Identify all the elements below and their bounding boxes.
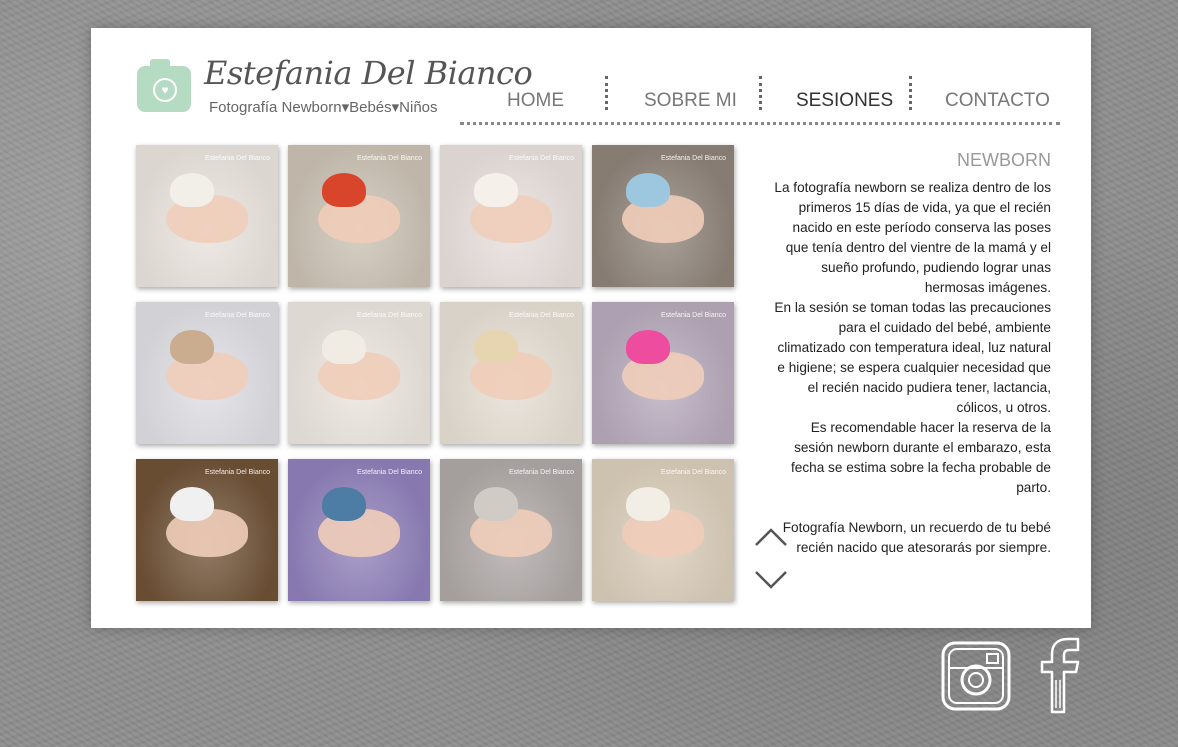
photo-watermark: Estefania Del Bianco bbox=[509, 469, 574, 476]
nav-item-home[interactable]: HOME bbox=[507, 90, 564, 112]
paragraph: Es recomendable hacer la reserva de la s… bbox=[791, 420, 1051, 495]
baby-hat bbox=[170, 330, 214, 364]
scroll-down-button[interactable] bbox=[754, 568, 787, 596]
gallery-photo[interactable]: Estefania Del Bianco bbox=[136, 145, 278, 287]
photo-watermark: Estefania Del Bianco bbox=[661, 155, 726, 162]
instagram-icon bbox=[941, 641, 1011, 711]
baby-hat bbox=[626, 173, 670, 207]
nav-item-contacto[interactable]: CONTACTO bbox=[945, 90, 1050, 112]
gallery-photo[interactable]: Estefania Del Bianco bbox=[592, 302, 734, 444]
photo-watermark: Estefania Del Bianco bbox=[509, 312, 574, 319]
section-title: NEWBORN bbox=[957, 150, 1051, 170]
closing-paragraph: Fotografía Newborn, un recuerdo de tu be… bbox=[782, 520, 1051, 555]
gallery-photo[interactable]: Estefania Del Bianco bbox=[592, 459, 734, 601]
paragraph: La fotografía newborn se realiza dentro … bbox=[774, 180, 1051, 295]
nav-divider bbox=[909, 76, 912, 110]
baby-hat bbox=[170, 173, 214, 207]
photo-watermark: Estefania Del Bianco bbox=[357, 469, 422, 476]
facebook-icon bbox=[1040, 637, 1080, 714]
nav-item-sobre-mi[interactable]: SOBRE MI bbox=[644, 90, 737, 112]
baby-hat bbox=[474, 330, 518, 364]
gallery-photo[interactable]: Estefania Del Bianco bbox=[288, 459, 430, 601]
gallery-photo[interactable]: Estefania Del Bianco bbox=[288, 302, 430, 444]
gallery-photo[interactable]: Estefania Del Bianco bbox=[440, 302, 582, 444]
gallery-photo[interactable]: Estefania Del Bianco bbox=[136, 459, 278, 601]
gallery-photo[interactable]: Estefania Del Bianco bbox=[440, 145, 582, 287]
brand-tagline: Fotografía Newborn▾Bebés▾Niños bbox=[209, 99, 438, 116]
content-panel: ♥ Estefania Del Bianco Fotografía Newbor… bbox=[91, 28, 1091, 628]
gallery-photo[interactable]: Estefania Del Bianco bbox=[288, 145, 430, 287]
baby-hat bbox=[322, 330, 366, 364]
nav-item-sesiones[interactable]: SESIONES bbox=[796, 90, 893, 112]
baby-hat bbox=[322, 487, 366, 521]
baby-hat bbox=[474, 487, 518, 521]
gallery-photo[interactable]: Estefania Del Bianco bbox=[440, 459, 582, 601]
camera-heart-icon: ♥ bbox=[137, 59, 191, 112]
baby-hat bbox=[322, 173, 366, 207]
facebook-link[interactable] bbox=[1034, 636, 1084, 719]
scroll-up-button[interactable] bbox=[754, 525, 787, 553]
instagram-link[interactable] bbox=[940, 640, 1012, 717]
baby-hat bbox=[626, 330, 670, 364]
photo-watermark: Estefania Del Bianco bbox=[205, 155, 270, 162]
photo-watermark: Estefania Del Bianco bbox=[661, 469, 726, 476]
photo-watermark: Estefania Del Bianco bbox=[205, 469, 270, 476]
gallery-photo[interactable]: Estefania Del Bianco bbox=[592, 145, 734, 287]
photo-gallery: Estefania Del Bianco Estefania Del Bianco… bbox=[136, 145, 736, 603]
main-nav: HOME SOBRE MI SESIONES CONTACTO bbox=[460, 76, 1060, 125]
chevron-up-icon bbox=[755, 528, 787, 546]
photo-watermark: Estefania Del Bianco bbox=[509, 155, 574, 162]
gallery-photo[interactable]: Estefania Del Bianco bbox=[136, 302, 278, 444]
photo-watermark: Estefania Del Bianco bbox=[661, 312, 726, 319]
nav-divider bbox=[605, 76, 608, 110]
photo-watermark: Estefania Del Bianco bbox=[205, 312, 270, 319]
baby-hat bbox=[474, 173, 518, 207]
photo-watermark: Estefania Del Bianco bbox=[357, 155, 422, 162]
baby-hat bbox=[626, 487, 670, 521]
nav-divider bbox=[759, 76, 762, 110]
photo-watermark: Estefania Del Bianco bbox=[357, 312, 422, 319]
baby-hat bbox=[170, 487, 214, 521]
chevron-down-icon bbox=[755, 571, 787, 589]
section-description: La fotografía newborn se realiza dentro … bbox=[771, 178, 1051, 558]
paragraph: En la sesión se toman todas las precauci… bbox=[774, 300, 1051, 415]
